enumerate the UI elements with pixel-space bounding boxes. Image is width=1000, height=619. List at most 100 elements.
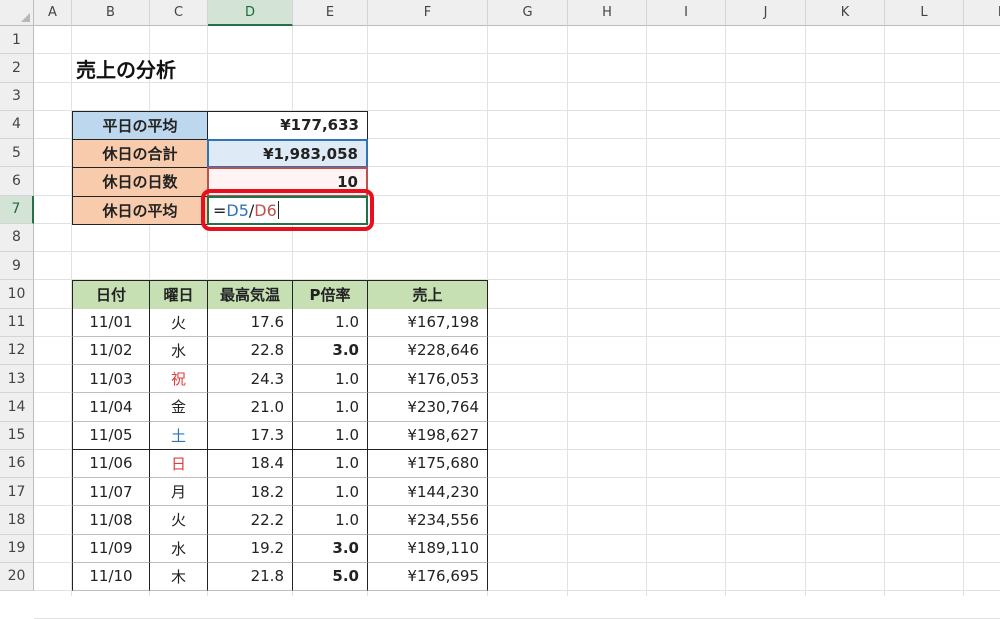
table-cell-sales[interactable]: ¥176,695 (367, 562, 488, 591)
table-cell-temp[interactable]: 17.3 (207, 421, 293, 450)
column-header-k[interactable]: K (806, 0, 885, 26)
spreadsheet-grid[interactable]: ABCDEFGHIJKLM123456789101112131415161718… (0, 0, 1000, 619)
table-cell-temp[interactable]: 19.2 (207, 534, 293, 563)
table-cell-temp[interactable]: 22.2 (207, 506, 293, 535)
row-header-2[interactable]: 2 (0, 54, 34, 83)
column-header-g[interactable]: G (488, 0, 568, 26)
table-cell-date[interactable]: 11/03 (72, 365, 150, 394)
table-cell-sales[interactable]: ¥234,556 (367, 506, 488, 535)
table-cell-rate[interactable]: 1.0 (292, 308, 368, 337)
row-header-10[interactable]: 10 (0, 280, 34, 309)
table-cell-temp[interactable]: 18.2 (207, 478, 293, 507)
row-header-3[interactable]: 3 (0, 82, 34, 111)
table-cell-day[interactable]: 祝 (149, 365, 208, 394)
summary-label-cell[interactable]: 休日の平均 (72, 195, 208, 225)
table-cell-day[interactable]: 月 (149, 478, 208, 507)
column-header-h[interactable]: H (568, 0, 647, 26)
table-cell-day[interactable]: 水 (149, 336, 208, 365)
active-cell-formula[interactable]: = D5/D6 (207, 195, 368, 225)
summary-label-cell[interactable]: 休日の合計 (72, 139, 208, 169)
row-header-19[interactable]: 19 (0, 534, 34, 563)
select-all-corner[interactable] (0, 0, 34, 26)
row-header-5[interactable]: 5 (0, 139, 34, 168)
column-header-c[interactable]: C (150, 0, 208, 26)
table-header-cell[interactable]: 日付 (72, 280, 150, 310)
table-cell-day[interactable]: 土 (149, 421, 208, 450)
table-cell-temp[interactable]: 24.3 (207, 365, 293, 394)
table-cell-sales[interactable]: ¥144,230 (367, 478, 488, 507)
summary-value-cell[interactable]: ¥1,983,058 (207, 139, 368, 169)
row-header-6[interactable]: 6 (0, 167, 34, 196)
table-cell-sales[interactable]: ¥189,110 (367, 534, 488, 563)
summary-value-cell[interactable]: ¥177,633 (207, 110, 368, 140)
row-header-12[interactable]: 12 (0, 336, 34, 365)
table-cell-temp[interactable]: 18.4 (207, 449, 293, 478)
table-cell-rate[interactable]: 1.0 (292, 393, 368, 422)
table-cell-date[interactable]: 11/07 (72, 478, 150, 507)
column-header-f[interactable]: F (368, 0, 488, 26)
row-header-1[interactable]: 1 (0, 26, 34, 55)
table-cell-sales[interactable]: ¥167,198 (367, 308, 488, 337)
row-header-17[interactable]: 17 (0, 478, 34, 507)
row-header-9[interactable]: 9 (0, 252, 34, 281)
column-header-j[interactable]: J (726, 0, 806, 26)
table-cell-rate[interactable]: 5.0 (292, 562, 368, 591)
table-cell-day[interactable]: 金 (149, 393, 208, 422)
column-header-m[interactable]: M (964, 0, 1000, 26)
table-cell-rate[interactable]: 1.0 (292, 421, 368, 450)
table-cell-date[interactable]: 11/01 (72, 308, 150, 337)
column-header-a[interactable]: A (34, 0, 72, 26)
table-header-cell[interactable]: 最高気温 (207, 280, 293, 310)
column-header-l[interactable]: L (885, 0, 964, 26)
table-cell-rate[interactable]: 3.0 (292, 534, 368, 563)
table-cell-sales[interactable]: ¥176,053 (367, 365, 488, 394)
table-header-cell[interactable]: 売上 (367, 280, 488, 310)
table-cell-rate[interactable]: 1.0 (292, 449, 368, 478)
column-header-i[interactable]: I (647, 0, 726, 26)
row-header-13[interactable]: 13 (0, 365, 34, 394)
table-cell-sales[interactable]: ¥230,764 (367, 393, 488, 422)
row-header-14[interactable]: 14 (0, 393, 34, 422)
summary-label-cell[interactable]: 平日の平均 (72, 110, 208, 140)
table-cell-day[interactable]: 木 (149, 562, 208, 591)
table-cell-date[interactable]: 11/06 (72, 449, 150, 478)
table-cell-date[interactable]: 11/09 (72, 534, 150, 563)
table-cell-date[interactable]: 11/02 (72, 336, 150, 365)
column-header-d[interactable]: D (208, 0, 293, 26)
table-cell-date[interactable]: 11/04 (72, 393, 150, 422)
row-header-11[interactable]: 11 (0, 308, 34, 337)
page-title: 売上の分析 (76, 57, 176, 82)
row-header-16[interactable]: 16 (0, 449, 34, 478)
row-header-4[interactable]: 4 (0, 110, 34, 139)
table-header-cell[interactable]: 曜日 (149, 280, 208, 310)
row-header-8[interactable]: 8 (0, 223, 34, 252)
row-header-15[interactable]: 15 (0, 421, 34, 450)
table-cell-rate[interactable]: 1.0 (292, 478, 368, 507)
table-cell-day[interactable]: 火 (149, 308, 208, 337)
table-cell-temp[interactable]: 21.8 (207, 562, 293, 591)
row-header-7[interactable]: 7 (0, 195, 34, 224)
summary-value-cell[interactable]: 10 (207, 167, 368, 197)
table-cell-rate[interactable]: 3.0 (292, 336, 368, 365)
row-header-20[interactable]: 20 (0, 562, 34, 591)
table-cell-temp[interactable]: 22.8 (207, 336, 293, 365)
row-header-18[interactable]: 18 (0, 506, 34, 535)
table-cell-sales[interactable]: ¥228,646 (367, 336, 488, 365)
summary-label-cell[interactable]: 休日の日数 (72, 167, 208, 197)
column-header-b[interactable]: B (72, 0, 150, 26)
table-cell-rate[interactable]: 1.0 (292, 506, 368, 535)
table-cell-sales[interactable]: ¥198,627 (367, 421, 488, 450)
table-cell-day[interactable]: 日 (149, 449, 208, 478)
table-cell-rate[interactable]: 1.0 (292, 365, 368, 394)
table-cell-temp[interactable]: 17.6 (207, 308, 293, 337)
table-cell-day[interactable]: 水 (149, 534, 208, 563)
column-header-e[interactable]: E (293, 0, 368, 26)
table-cell-sales[interactable]: ¥175,680 (367, 449, 488, 478)
text-cursor (277, 201, 279, 220)
table-cell-date[interactable]: 11/10 (72, 562, 150, 591)
table-cell-date[interactable]: 11/08 (72, 506, 150, 535)
table-header-cell[interactable]: P倍率 (292, 280, 368, 310)
table-cell-temp[interactable]: 21.0 (207, 393, 293, 422)
table-cell-date[interactable]: 11/05 (72, 421, 150, 450)
table-cell-day[interactable]: 火 (149, 506, 208, 535)
